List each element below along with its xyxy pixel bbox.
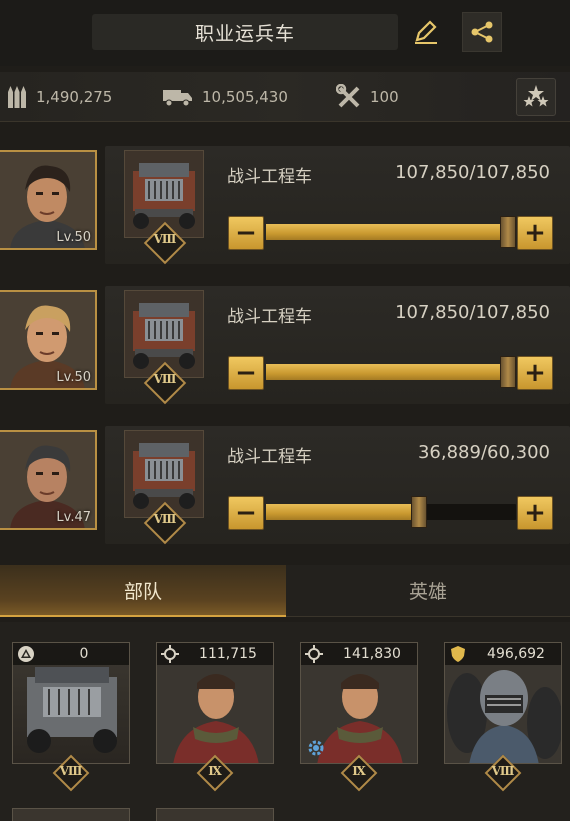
repair-resource: 100 bbox=[336, 72, 399, 122]
resource-bar: 1,490,275 10,505,430 100 bbox=[0, 72, 570, 122]
pencil-icon bbox=[415, 20, 437, 44]
minus-icon: − bbox=[235, 498, 257, 528]
vehicle-name: 战斗工程车 bbox=[227, 307, 312, 327]
decrease-button[interactable]: − bbox=[228, 216, 264, 250]
stars-icon bbox=[523, 85, 549, 107]
ammo-resource: 1,490,275 bbox=[6, 72, 112, 122]
unit-stat-value: 496,692 bbox=[487, 646, 545, 662]
unit-rank: Ⅸ bbox=[352, 764, 366, 778]
unit-rank: Ⅷ bbox=[59, 764, 83, 778]
unit-card[interactable]: 0 bbox=[12, 642, 130, 764]
triangle-badge-icon bbox=[13, 645, 39, 663]
decrease-button[interactable]: − bbox=[228, 496, 264, 530]
increase-button[interactable]: + bbox=[517, 216, 553, 250]
hero-level: Lv.50 bbox=[56, 370, 91, 385]
tab-heroes[interactable]: 英雄 bbox=[286, 565, 570, 617]
unit-stat-value: 111,715 bbox=[199, 646, 257, 662]
unit-rank: Ⅷ bbox=[491, 764, 515, 778]
unit-stat-header: 141,830 bbox=[301, 643, 417, 665]
troop-slider[interactable] bbox=[266, 216, 516, 248]
vehicle-rank: Ⅷ bbox=[153, 372, 177, 386]
slider-fill bbox=[266, 364, 516, 380]
transport-resource: 10,505,430 bbox=[162, 72, 288, 122]
vehicle-count: 107,850/107,850 bbox=[395, 302, 550, 323]
vehicle-name: 战斗工程车 bbox=[227, 167, 312, 187]
hero-portrait[interactable]: Lv.50 bbox=[0, 290, 97, 390]
vehicle-row: Lv.50 Ⅷ 战斗工程车 107,850/107,850 − + bbox=[0, 280, 570, 410]
hero-portrait[interactable]: Lv.50 bbox=[0, 150, 97, 250]
crosshair-icon bbox=[301, 645, 327, 663]
unit-stat-header: 111,715 bbox=[157, 643, 273, 665]
auto-formation-button[interactable] bbox=[516, 78, 556, 116]
unit-card[interactable]: 111,715 bbox=[156, 642, 274, 764]
unit-stat-header: 0 bbox=[13, 643, 129, 665]
next-unit-card-peek[interactable] bbox=[12, 808, 130, 821]
vehicle-row: Lv.47 Ⅷ 战斗工程车 36,889/60,300 − + bbox=[0, 420, 570, 550]
increase-button[interactable]: + bbox=[517, 356, 553, 390]
tab-bar: 部队 英雄 bbox=[0, 565, 570, 617]
repair-value: 100 bbox=[370, 88, 399, 106]
unit-stat-value: 141,830 bbox=[343, 646, 401, 662]
minus-icon: − bbox=[235, 218, 257, 248]
tab-troops[interactable]: 部队 bbox=[0, 565, 286, 617]
slider-thumb[interactable] bbox=[500, 356, 516, 388]
share-button[interactable] bbox=[462, 12, 502, 52]
vehicle-name: 战斗工程车 bbox=[227, 447, 312, 467]
shield-icon bbox=[445, 645, 471, 663]
decrease-button[interactable]: − bbox=[228, 356, 264, 390]
unit-card[interactable]: 141,830 bbox=[300, 642, 418, 764]
plus-icon: + bbox=[524, 218, 546, 248]
edit-title-button[interactable] bbox=[408, 14, 442, 50]
plus-icon: + bbox=[524, 498, 546, 528]
slider-thumb[interactable] bbox=[500, 216, 516, 248]
tools-icon bbox=[336, 84, 362, 110]
troop-slider[interactable] bbox=[266, 356, 516, 388]
slider-fill bbox=[266, 224, 516, 240]
minus-icon: − bbox=[235, 358, 257, 388]
increase-button[interactable]: + bbox=[517, 496, 553, 530]
hero-level: Lv.50 bbox=[56, 230, 91, 245]
hero-level: Lv.47 bbox=[56, 510, 91, 525]
gear-icon bbox=[307, 739, 325, 761]
crosshair-icon bbox=[157, 645, 183, 663]
formation-title[interactable]: 职业运兵车 bbox=[92, 14, 398, 50]
vehicle-count: 107,850/107,850 bbox=[395, 162, 550, 183]
plus-icon: + bbox=[524, 358, 546, 388]
share-icon bbox=[471, 21, 493, 43]
vehicle-count: 36,889/60,300 bbox=[417, 442, 550, 463]
troop-slider[interactable] bbox=[266, 496, 516, 528]
unit-stat-value: 0 bbox=[79, 646, 89, 662]
unit-stat-header: 496,692 bbox=[445, 643, 561, 665]
ammo-icon bbox=[6, 84, 28, 110]
next-unit-card-peek[interactable] bbox=[156, 808, 274, 821]
vehicle-rank: Ⅷ bbox=[153, 512, 177, 526]
slider-fill bbox=[266, 504, 419, 520]
truck-icon bbox=[162, 86, 194, 108]
ammo-value: 1,490,275 bbox=[36, 88, 113, 106]
transport-value: 10,505,430 bbox=[202, 88, 288, 106]
top-header: 职业运兵车 bbox=[0, 0, 570, 66]
vehicle-row: Lv.50 Ⅷ 战斗工程车 107,850/107,850 − + bbox=[0, 140, 570, 270]
unit-card[interactable]: 496,692 bbox=[444, 642, 562, 764]
slider-thumb[interactable] bbox=[411, 496, 427, 528]
hero-portrait[interactable]: Lv.47 bbox=[0, 430, 97, 530]
unit-rank: Ⅸ bbox=[208, 764, 222, 778]
vehicle-rank: Ⅷ bbox=[153, 232, 177, 246]
